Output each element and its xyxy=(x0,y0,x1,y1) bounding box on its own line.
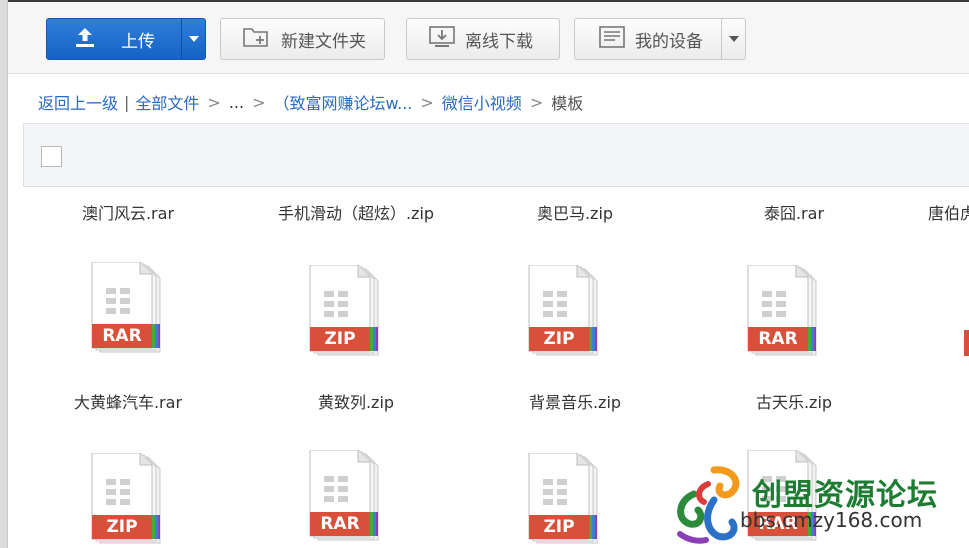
file-item[interactable]: 唐伯虎 xyxy=(924,198,969,368)
file-list-header xyxy=(23,123,969,187)
chevron-down-icon xyxy=(188,36,199,42)
site-watermark: 创盟资源论坛 bbs.cmzy168.com xyxy=(672,464,969,548)
chevron-down-icon xyxy=(728,36,739,42)
file-type-badge: ZIP xyxy=(324,329,356,349)
file-name: 古天乐.zip xyxy=(755,393,833,412)
upload-label: 上传 xyxy=(121,31,155,52)
breadcrumb-all-files-link[interactable]: 全部文件 xyxy=(135,90,199,114)
file-name: 泰囧.rar xyxy=(763,204,825,223)
watermark-logo-icon xyxy=(677,466,740,544)
file-manager: 上传 新建文件夹 离线下载 我的设备 返回上一级 | 全部文件 > ... > … xyxy=(0,0,969,548)
file-type-badge: ZIP xyxy=(106,517,138,537)
offline-download-icon xyxy=(429,25,455,54)
file-name: 背景音乐.zip xyxy=(528,393,622,412)
breadcrumb-ellipsis[interactable]: ... xyxy=(229,93,244,112)
file-type-badge: ZIP xyxy=(543,329,575,349)
left-edge-panel xyxy=(0,0,8,548)
file-type-badge: RAR xyxy=(320,514,360,534)
device-dropdown-toggle[interactable] xyxy=(721,19,745,59)
file-name: 大黄蜂汽车.rar xyxy=(73,393,183,412)
new-folder-button[interactable]: 新建文件夹 xyxy=(220,18,385,60)
watermark-url: bbs.cmzy168.com xyxy=(740,508,923,532)
file-name: 手机滑动（超炫）.zip xyxy=(277,204,435,223)
breadcrumb-current: 模板 xyxy=(551,94,584,113)
select-all-checkbox[interactable] xyxy=(41,146,62,167)
zip-file-icon[interactable]: ZIP xyxy=(527,264,603,357)
file-type-badge: RAR xyxy=(102,326,142,346)
zip-file-icon[interactable]: RAR xyxy=(746,264,822,357)
breadcrumb-separator: > xyxy=(252,92,266,112)
my-device-button[interactable]: 我的设备 xyxy=(574,18,746,60)
file-type-badge: ZIP xyxy=(543,517,575,537)
new-folder-icon xyxy=(243,26,269,53)
rar-file-icon[interactable]: RAR xyxy=(90,261,166,354)
breadcrumb-folder-link[interactable]: （致富网赚论坛w... xyxy=(274,90,413,114)
upload-icon xyxy=(73,25,97,54)
my-device-label: 我的设备 xyxy=(635,31,703,52)
breadcrumb-divider: | xyxy=(124,92,130,112)
file-name: 黄致列.zip xyxy=(317,393,395,412)
zip-file-icon[interactable]: ZIP xyxy=(308,264,384,357)
breadcrumb-back-link[interactable]: 返回上一级 xyxy=(38,90,118,114)
offline-download-button[interactable]: 离线下载 xyxy=(406,18,560,60)
rar-file-icon[interactable]: RAR xyxy=(308,449,384,542)
file-type-badge: RAR xyxy=(758,329,798,349)
upload-dropdown-toggle[interactable] xyxy=(181,19,205,59)
new-folder-label: 新建文件夹 xyxy=(281,31,366,52)
breadcrumb-separator: > xyxy=(420,92,434,112)
breadcrumb-separator: > xyxy=(207,92,221,112)
zip-file-icon[interactable]: ZIP xyxy=(527,452,603,545)
file-name: 唐伯虎 xyxy=(928,204,969,223)
file-name: 奥巴马.zip xyxy=(536,204,614,223)
offline-download-label: 离线下载 xyxy=(465,31,533,52)
breadcrumb: 返回上一级 | 全部文件 > ... > （致富网赚论坛w... > 微信小视频… xyxy=(38,90,583,114)
toolbar: 上传 新建文件夹 离线下载 我的设备 xyxy=(8,2,969,74)
partial-file-icon xyxy=(964,330,969,356)
breadcrumb-separator: > xyxy=(529,92,544,112)
breadcrumb-folder-link[interactable]: 微信小视频 xyxy=(442,90,522,114)
upload-button[interactable]: 上传 xyxy=(46,18,206,60)
device-icon xyxy=(599,25,625,54)
zip-file-icon[interactable]: ZIP xyxy=(90,452,166,545)
file-name: 澳门风云.rar xyxy=(81,204,175,223)
